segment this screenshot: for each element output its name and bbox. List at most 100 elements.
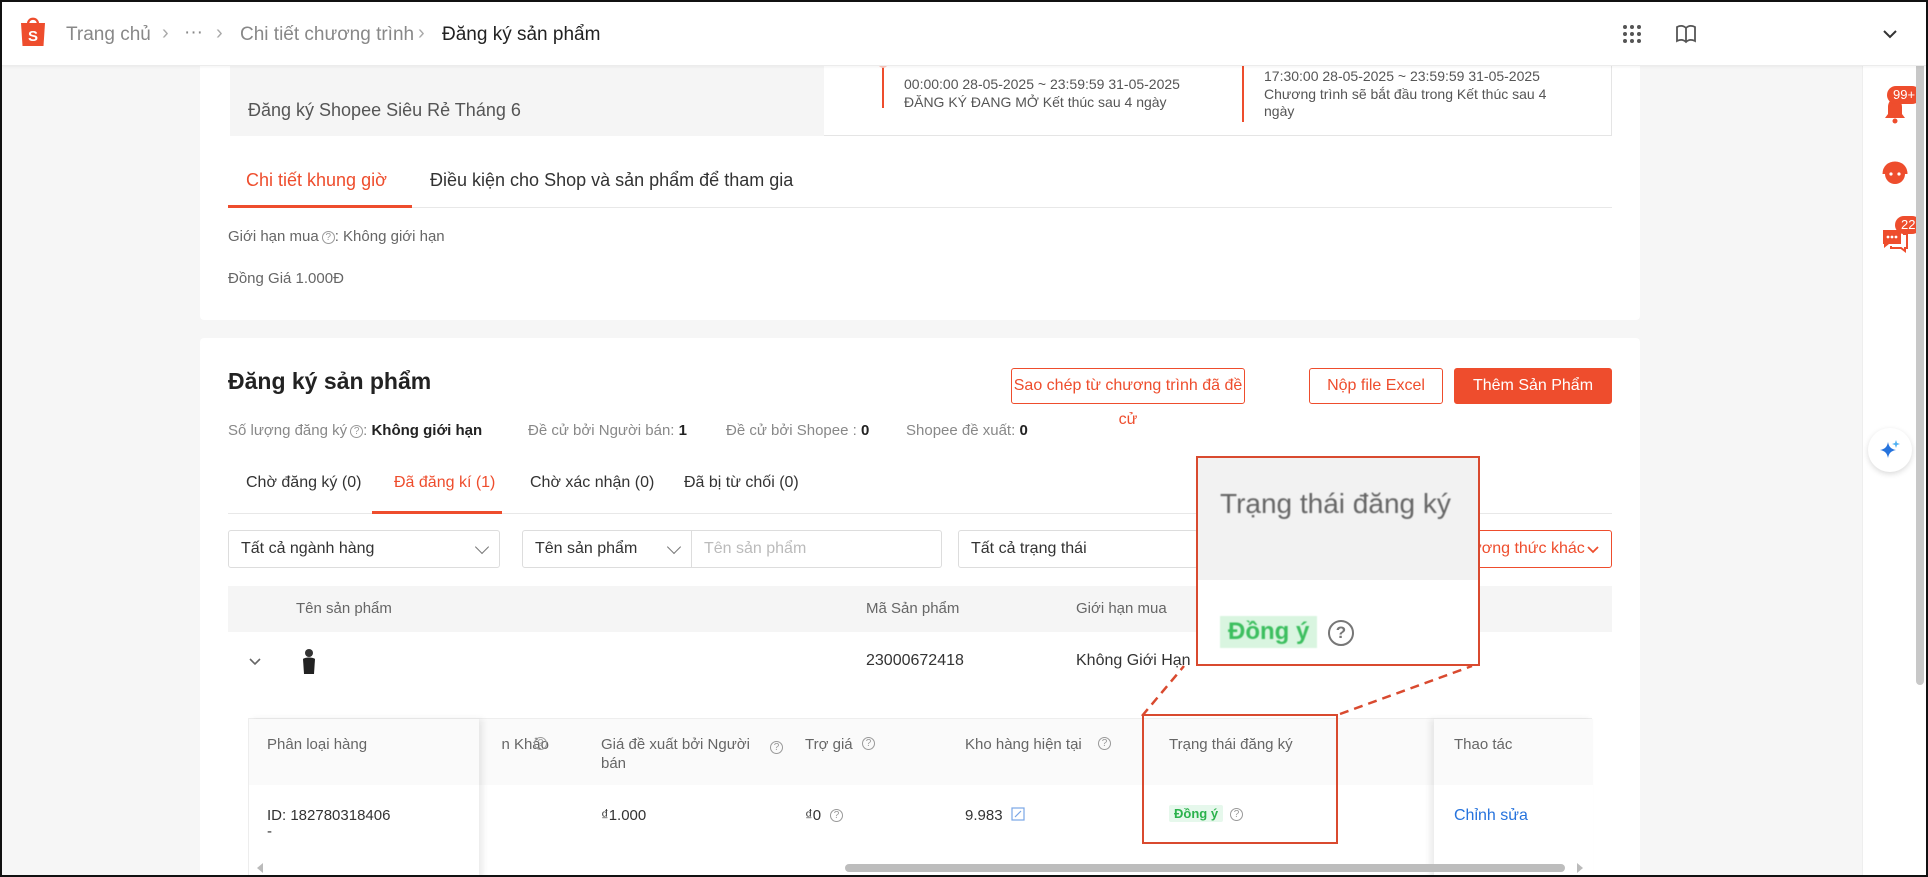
tab-rejected[interactable]: Đã bị từ chối (0) — [684, 474, 799, 492]
help-icon[interactable]: ? — [350, 425, 364, 438]
program-info-card: Đăng ký Shopee Siêu Rẻ Tháng 6 00:00:00 … — [200, 40, 1640, 320]
top-bar: S Trang chủ › ··· › Chi tiết chương trìn… — [2, 2, 1926, 66]
callout-connector-lines — [1141, 664, 1473, 717]
status-select[interactable]: Tất cả trạng thái — [958, 530, 1198, 568]
stat-shopee-suggested: Shopee đề xuất: 0 — [906, 422, 1028, 439]
help-icon[interactable]: ? — [830, 809, 843, 822]
edit-link[interactable]: Chỉnh sửa — [1454, 807, 1528, 825]
status-select-value: Tất cả trạng thái — [971, 540, 1087, 557]
detail-tabs: Chi tiết khung giờ Điều kiện cho Shop và… — [228, 152, 1612, 208]
category-select-value: Tất cả ngành hàng — [241, 540, 375, 557]
product-thumbnail[interactable] — [296, 646, 322, 676]
category-select[interactable]: Tất cả ngành hàng — [228, 530, 500, 568]
variant-sticky-column: Phân loại hàng ID: 182780318406 - — [249, 719, 479, 877]
svg-text:S: S — [28, 28, 38, 45]
stat-value: Không giới hạn — [371, 422, 483, 439]
purchase-limit: Giới hạn mua?: Không giới hạn — [228, 228, 445, 245]
expand-chevron-icon[interactable] — [248, 654, 262, 668]
page-scrollbar[interactable] — [1916, 60, 1924, 685]
tab-registered[interactable]: Đã đăng kí (1) — [394, 474, 495, 492]
edit-stock-icon[interactable] — [1011, 807, 1025, 821]
book-icon[interactable] — [1674, 22, 1698, 46]
purchase-limit-value: : Không giới hạn — [334, 228, 445, 245]
registration-period: 00:00:00 28-05-2025 ~ 23:59:59 31-05-202… — [904, 76, 1180, 92]
breadcrumb-separator: › — [418, 22, 425, 44]
add-product-button[interactable]: Thêm Sản Phẩm — [1454, 368, 1612, 404]
horizontal-scrollbar[interactable] — [255, 862, 1585, 874]
timeline-marker — [1242, 66, 1244, 122]
other-methods-label: ương thức khác — [1471, 540, 1585, 557]
copy-from-program-button[interactable]: Sao chép từ chương trình đã đề cử — [1011, 368, 1245, 428]
product-name-search-input[interactable] — [692, 530, 942, 568]
chevron-down-icon[interactable] — [1878, 22, 1902, 46]
product-id: 23000672418 — [866, 652, 964, 669]
variant-stock: 9.983 — [965, 807, 1003, 824]
tab-slot-details[interactable]: Chi tiết khung giờ — [246, 170, 387, 191]
upload-excel-button[interactable]: Nộp file Excel — [1309, 368, 1443, 404]
chevron-down-icon — [666, 539, 682, 555]
column-seller-price: Giá đề xuất bởi Người bán — [601, 736, 750, 772]
zoom-title: Trạng thái đăng ký — [1220, 488, 1451, 519]
assistant-sparkle-button[interactable] — [1868, 428, 1912, 472]
program-name: Đăng ký Shopee Siêu Rẻ Tháng 6 — [248, 100, 521, 120]
search-field-select[interactable]: Tên sản phẩm — [522, 530, 692, 568]
help-icon[interactable]: ? — [534, 737, 547, 750]
tab-shop-conditions[interactable]: Điều kiện cho Shop và sản phẩm để tham g… — [430, 170, 793, 191]
section-title: Đăng ký sản phẩm — [228, 368, 432, 394]
apps-grid-icon[interactable] — [1620, 22, 1644, 46]
breadcrumb-separator: › — [216, 22, 223, 44]
status-zoom-callout: Trạng thái đăng ký Đồng ý ? — [1196, 456, 1480, 666]
tab-pending-confirm[interactable]: Chờ xác nhận (0) — [530, 474, 654, 492]
breadcrumb-current: Đăng ký sản phẩm — [442, 24, 601, 45]
shopee-logo-icon[interactable]: S — [18, 14, 48, 48]
actions-sticky-column: Thao tác Chỉnh sửa — [1434, 719, 1593, 877]
help-icon[interactable]: ? — [1098, 737, 1111, 750]
breadcrumb-home[interactable]: Trang chủ — [66, 24, 151, 46]
variant-subsidy: ₫0 — [805, 807, 822, 824]
same-price-label: Đồng Giá 1.000Đ — [228, 270, 344, 287]
column-stock: Kho hàng hiện tại — [965, 736, 1082, 753]
timeline-marker — [882, 66, 884, 108]
column-subsidy: Trợ giá — [805, 736, 853, 753]
variant-sub: - — [267, 823, 272, 840]
chevron-down-icon — [474, 539, 490, 555]
breadcrumb-detail[interactable]: Chi tiết chương trình — [240, 24, 414, 46]
stat-value: 1 — [678, 422, 687, 439]
column-variant: Phân loại hàng — [267, 736, 368, 753]
sparkle-icon — [1880, 440, 1900, 458]
help-icon[interactable]: ? — [770, 741, 783, 754]
stat-label: Đề cử bởi Shopee : — [726, 422, 861, 439]
zoom-status-badge: Đồng ý — [1220, 616, 1318, 648]
stat-shopee-nominated: Đề cử bởi Shopee : 0 — [726, 422, 869, 439]
breadcrumb-separator: › — [162, 22, 169, 44]
help-icon[interactable]: ? — [321, 231, 335, 244]
stat-seller-nominated: Đề cử bởi Người bán: 1 — [528, 422, 687, 439]
stat-register-quantity: Số lượng đăng ký?: Không giới hạn — [228, 422, 483, 439]
active-tab-underline — [228, 205, 412, 208]
help-icon: ? — [1328, 620, 1354, 646]
stat-value: 0 — [1019, 422, 1028, 439]
registration-status: ĐĂNG KÝ ĐANG MỞ Kết thúc sau 4 ngày — [904, 94, 1167, 110]
column-actions: Thao tác — [1454, 736, 1513, 753]
stat-label: Đề cử bởi Người bán: — [528, 422, 679, 439]
variant-seller-price: ₫1.000 — [601, 807, 647, 824]
help-icon[interactable]: ? — [862, 737, 875, 750]
stat-label: Số lượng đăng ký — [228, 422, 348, 439]
search-field-value: Tên sản phẩm — [535, 540, 638, 557]
column-purchase-limit: Giới hạn mua — [1076, 600, 1167, 617]
purchase-limit-label: Giới hạn mua — [228, 228, 319, 245]
program-status: Chương trình sẽ bắt đầu trong Kết thúc s… — [1264, 86, 1547, 119]
customer-service-icon[interactable] — [1879, 158, 1911, 190]
chevron-down-icon — [1587, 546, 1599, 554]
status-highlight-box — [1142, 714, 1338, 844]
stat-label: Shopee đề xuất: — [906, 422, 1020, 439]
program-period: 17:30:00 28-05-2025 ~ 23:59:59 31-05-202… — [1264, 68, 1540, 84]
stat-value: 0 — [860, 422, 870, 439]
column-product-id: Mã Sản phẩm — [866, 600, 960, 617]
tab-pending-register[interactable]: Chờ đăng ký (0) — [246, 474, 361, 492]
variant-id: ID: 182780318406 — [267, 807, 391, 824]
breadcrumb-ellipsis[interactable]: ··· — [184, 22, 203, 44]
column-product-name: Tên sản phẩm — [296, 600, 392, 617]
variant-subtable: n Khảo ? Giá đề xuất bởi Người bán ? Trợ… — [248, 718, 1593, 877]
active-tab-underline — [372, 511, 502, 514]
